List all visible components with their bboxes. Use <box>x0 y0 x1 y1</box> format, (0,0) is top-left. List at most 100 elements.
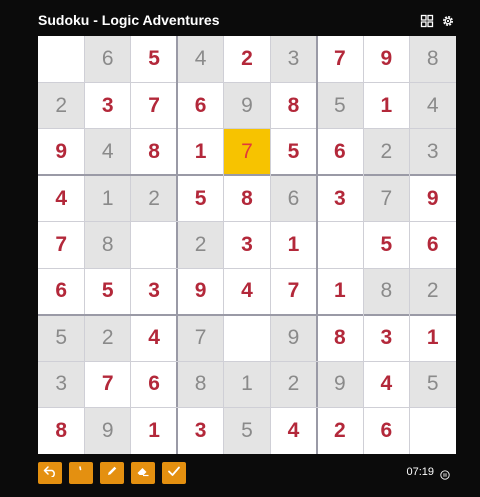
grid-line-vertical <box>362 36 364 454</box>
cell-r7c4[interactable]: 7 <box>177 314 224 362</box>
cell-r8c6[interactable]: 2 <box>270 361 317 408</box>
cell-r6c6[interactable]: 7 <box>270 268 316 314</box>
settings-icon[interactable] <box>441 14 455 28</box>
cell-r2c8[interactable]: 1 <box>363 82 409 128</box>
cell-r1c4[interactable]: 4 <box>177 36 224 83</box>
cell-r9c3[interactable]: 1 <box>131 408 177 454</box>
cell-r8c4[interactable]: 8 <box>177 361 224 408</box>
cell-r4c9[interactable]: 9 <box>410 175 456 221</box>
cell-r1c3[interactable]: 5 <box>131 36 177 82</box>
cell-r2c9[interactable]: 4 <box>409 82 456 129</box>
cell-r3c6[interactable]: 5 <box>270 129 316 175</box>
cell-r1c9[interactable]: 8 <box>409 36 456 83</box>
check-button[interactable] <box>162 462 186 484</box>
cell-r9c7[interactable]: 2 <box>317 408 363 454</box>
cell-r9c5[interactable]: 5 <box>223 407 271 454</box>
cell-r2c5[interactable]: 9 <box>223 82 271 129</box>
cell-r5c3[interactable] <box>131 222 177 268</box>
cell-r7c6[interactable]: 9 <box>270 314 317 362</box>
cell-r1c5[interactable]: 2 <box>224 36 270 82</box>
cell-r8c2[interactable]: 7 <box>84 361 130 407</box>
cell-r7c1[interactable]: 5 <box>38 314 85 362</box>
cell-r8c3[interactable]: 6 <box>131 361 177 407</box>
cell-r5c1[interactable]: 7 <box>38 222 84 268</box>
cell-r6c7[interactable]: 1 <box>317 268 363 314</box>
cell-r3c8[interactable]: 2 <box>363 128 410 176</box>
cell-r6c1[interactable]: 6 <box>38 268 84 314</box>
cell-r7c7[interactable]: 8 <box>317 315 363 361</box>
cell-r4c6[interactable]: 6 <box>270 175 317 222</box>
cell-r9c4[interactable]: 3 <box>177 408 223 454</box>
cell-r2c2[interactable]: 3 <box>84 82 130 128</box>
cell-r4c4[interactable]: 5 <box>177 175 223 221</box>
cell-r1c6[interactable]: 3 <box>270 36 317 83</box>
cell-r6c9[interactable]: 2 <box>409 268 456 315</box>
cell-r2c3[interactable]: 7 <box>131 82 177 128</box>
cell-r7c2[interactable]: 2 <box>84 314 131 362</box>
cell-r5c8[interactable]: 5 <box>363 222 409 268</box>
cell-r9c1[interactable]: 8 <box>38 408 84 454</box>
cell-r5c7[interactable] <box>317 222 363 268</box>
cell-r3c4[interactable]: 1 <box>177 129 223 175</box>
cell-r4c8[interactable]: 7 <box>363 175 410 222</box>
cell-r1c7[interactable]: 7 <box>317 36 363 82</box>
cell-r4c3[interactable]: 2 <box>130 175 178 222</box>
cell-r8c5[interactable]: 1 <box>223 361 271 408</box>
cell-r3c9[interactable]: 3 <box>409 128 456 176</box>
cell-r9c6[interactable]: 4 <box>270 408 316 454</box>
cell-r8c9[interactable]: 5 <box>409 361 456 408</box>
cell-r6c4[interactable]: 9 <box>177 268 223 314</box>
cell-r2c4[interactable]: 6 <box>177 82 223 128</box>
pause-icon[interactable] <box>440 467 450 480</box>
cell-r8c1[interactable]: 3 <box>38 361 85 408</box>
cell-r1c8[interactable]: 9 <box>363 36 409 82</box>
cell-r1c1[interactable] <box>38 36 84 82</box>
cell-r2c1[interactable]: 2 <box>38 82 85 129</box>
cell-r8c7[interactable]: 9 <box>316 361 364 408</box>
page-title: Sudoku - Logic Adventures <box>38 12 220 28</box>
grid-line-vertical <box>130 36 132 454</box>
grid-line-vertical <box>315 36 318 454</box>
cell-r4c7[interactable]: 3 <box>317 175 363 221</box>
cell-r5c5[interactable]: 3 <box>224 222 270 268</box>
cell-r7c3[interactable]: 4 <box>131 315 177 361</box>
cell-r5c4[interactable]: 2 <box>177 221 224 269</box>
cell-r3c5[interactable]: 7 <box>223 128 271 176</box>
cell-r7c8[interactable]: 3 <box>363 315 409 361</box>
cell-r9c9[interactable] <box>410 408 456 454</box>
cell-r5c6[interactable]: 1 <box>270 222 316 268</box>
undo-button[interactable] <box>38 462 62 484</box>
grid-line-horizontal <box>38 81 456 83</box>
cell-r4c2[interactable]: 1 <box>84 175 131 222</box>
cell-r7c9[interactable]: 1 <box>410 315 456 361</box>
cell-r4c5[interactable]: 8 <box>224 175 270 221</box>
grid-line-vertical <box>409 36 411 454</box>
pencil-button[interactable] <box>100 462 124 484</box>
notes-button[interactable] <box>69 462 93 484</box>
grid-line-vertical <box>269 36 271 454</box>
cell-r8c8[interactable]: 4 <box>363 361 409 407</box>
cell-r2c7[interactable]: 5 <box>316 82 364 129</box>
cell-r5c9[interactable]: 6 <box>410 222 456 268</box>
cell-r3c3[interactable]: 8 <box>131 129 177 175</box>
cell-r6c2[interactable]: 5 <box>84 268 130 314</box>
erase-button[interactable] <box>131 462 155 484</box>
cell-r9c2[interactable]: 9 <box>84 407 131 454</box>
cell-r6c3[interactable]: 3 <box>131 268 177 314</box>
cell-r6c8[interactable]: 8 <box>363 268 410 315</box>
cell-r4c1[interactable]: 4 <box>38 175 84 221</box>
grid-line-vertical <box>223 36 225 454</box>
grid-line-horizontal <box>38 128 456 130</box>
cell-r7c5[interactable] <box>224 315 270 361</box>
cell-r5c2[interactable]: 8 <box>84 221 131 269</box>
cell-r1c2[interactable]: 6 <box>84 36 131 83</box>
cell-r2c6[interactable]: 8 <box>270 82 316 128</box>
cell-r3c1[interactable]: 9 <box>38 129 84 175</box>
grid-line-vertical <box>176 36 179 454</box>
cell-r3c2[interactable]: 4 <box>84 128 131 176</box>
cell-r9c8[interactable]: 6 <box>363 408 409 454</box>
grid-icon[interactable] <box>420 14 434 28</box>
cell-r6c5[interactable]: 4 <box>224 268 270 314</box>
grid-line-horizontal <box>38 407 456 409</box>
cell-r3c7[interactable]: 6 <box>317 129 363 175</box>
